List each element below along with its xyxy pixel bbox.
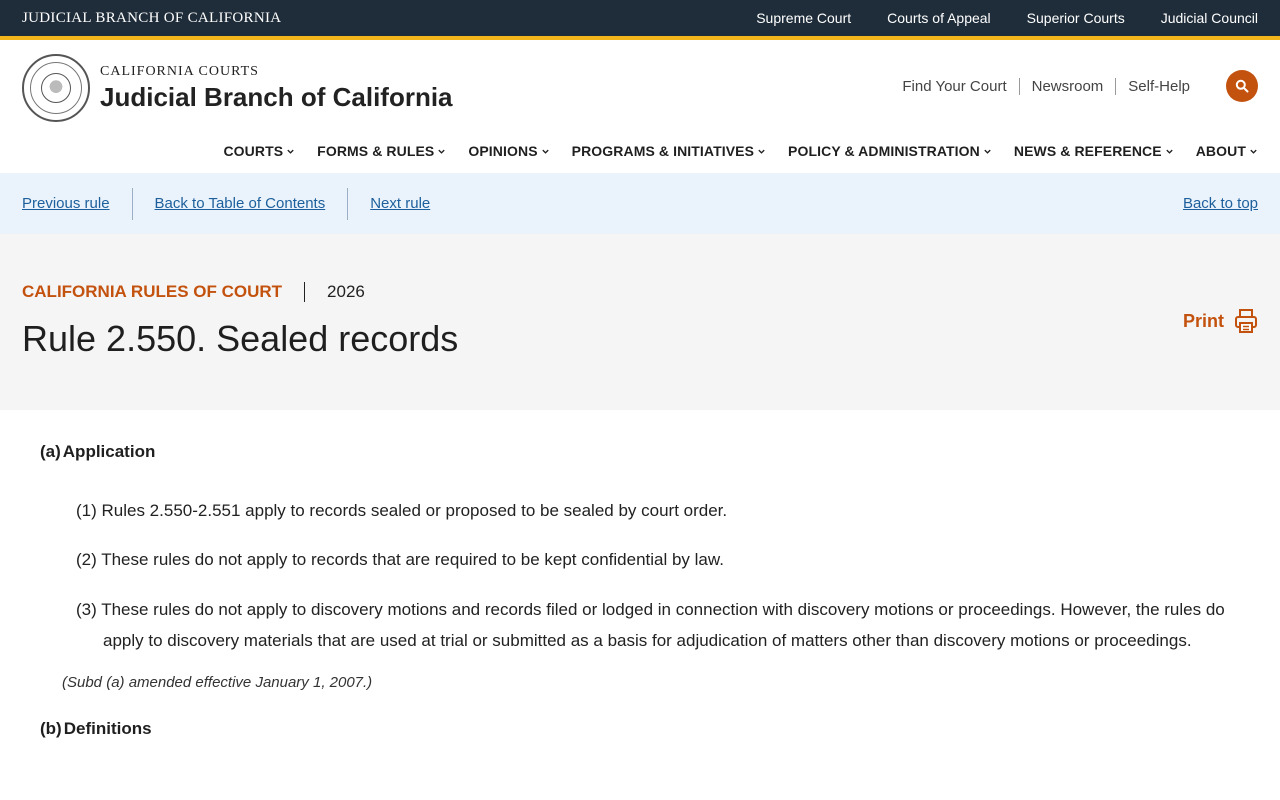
section-label: (a): [40, 442, 61, 461]
amendment-note: (Subd (a) amended effective January 1, 2…: [62, 674, 373, 691]
chevron-down-icon: [541, 149, 549, 154]
header-link-self-help[interactable]: Self-Help: [1115, 77, 1202, 95]
section-title: Definitions: [63, 719, 152, 738]
search-icon: [1235, 79, 1249, 93]
header-links: Find Your Court Newsroom Self-Help: [890, 77, 1202, 95]
back-to-top-link[interactable]: Back to top: [1183, 195, 1258, 212]
section-heading-b: (b) Definitions: [40, 719, 1250, 739]
next-rule-link[interactable]: Next rule: [370, 195, 430, 212]
rule-navigation: Previous rule Back to Table of Contents …: [0, 173, 1280, 234]
rule-paragraph: (2) These rules do not apply to records …: [76, 550, 724, 569]
nav-item-about[interactable]: ABOUT: [1196, 143, 1258, 159]
rule-paragraph: (1) Rules 2.550-2.551 apply to records s…: [76, 501, 728, 520]
search-button[interactable]: [1226, 70, 1258, 102]
header-link-find-your-court[interactable]: Find Your Court: [890, 78, 1018, 95]
nav-item-label: NEWS & REFERENCE: [1013, 143, 1162, 159]
chevron-down-icon: [1250, 149, 1257, 154]
header-link-newsroom[interactable]: Newsroom: [1018, 77, 1116, 95]
nav-item-label: PROGRAMS & INITIATIVES: [571, 143, 755, 159]
divider: [304, 282, 306, 302]
header-right: Find Your Court Newsroom Self-Help: [890, 70, 1258, 102]
nav-item-news-reference[interactable]: NEWS & REFERENCE: [1014, 143, 1174, 159]
utility-links: Supreme Court Courts of Appeal Superior …: [756, 10, 1258, 26]
section-heading-a: (a) Application: [40, 442, 1250, 462]
chevron-down-icon: [438, 149, 446, 154]
rule-body: (a) Application (1) Rules 2.550-2.551 ap…: [0, 410, 1280, 739]
rule-paragraph: (3) These rules do not apply to discover…: [76, 600, 1225, 650]
brand-home-link[interactable]: CALIFORNIA COURTS Judicial Branch of Cal…: [22, 54, 453, 122]
nav-item-label: FORMS & RULES: [317, 143, 435, 159]
nav-item-courts[interactable]: COURTS: [223, 143, 295, 159]
brand-title: Judicial Branch of California: [100, 81, 453, 112]
site-header: CALIFORNIA COURTS Judicial Branch of Cal…: [0, 40, 1280, 144]
divider: [131, 187, 133, 220]
table-of-contents-link[interactable]: Back to Table of Contents: [155, 195, 326, 212]
utility-link-superior-courts[interactable]: Superior Courts: [1027, 10, 1125, 26]
print-button[interactable]: Print: [1183, 308, 1258, 334]
brand-kicker: CALIFORNIA COURTS: [100, 63, 259, 79]
utility-bar: JUDICIAL BRANCH OF CALIFORNIA Supreme Co…: [0, 0, 1280, 40]
kicker-row: CALIFORNIA RULES OF COURT 2026: [22, 282, 1258, 302]
nav-item-label: OPINIONS: [468, 143, 538, 159]
judicial-council-seal-icon: [22, 54, 90, 122]
chevron-down-icon: [287, 149, 294, 154]
utility-link-courts-of-appeal[interactable]: Courts of Appeal: [887, 10, 991, 26]
brand-text: CALIFORNIA COURTS Judicial Branch of Cal…: [100, 64, 453, 113]
nav-item-label: ABOUT: [1195, 143, 1246, 159]
title-band: CALIFORNIA RULES OF COURT 2026 Rule 2.55…: [0, 234, 1280, 410]
rules-of-court-kicker: CALIFORNIA RULES OF COURT: [22, 282, 283, 301]
nav-item-label: COURTS: [223, 143, 284, 159]
print-label: Print: [1182, 310, 1224, 331]
nav-item-opinions[interactable]: OPINIONS: [468, 143, 549, 159]
chevron-down-icon: [1166, 149, 1173, 154]
chevron-down-icon: [984, 149, 991, 154]
nav-item-label: POLICY & ADMINISTRATION: [788, 143, 980, 159]
nav-item-programs-initiatives[interactable]: PROGRAMS & INITIATIVES: [572, 143, 766, 159]
rules-year: 2026: [327, 282, 365, 301]
utility-brand-link[interactable]: JUDICIAL BRANCH OF CALIFORNIA: [22, 10, 281, 27]
section-title: Application: [62, 442, 156, 461]
nav-item-forms-rules[interactable]: FORMS & RULES: [317, 143, 446, 159]
printer-icon: [1235, 309, 1257, 333]
nav-item-policy-administration[interactable]: POLICY & ADMINISTRATION: [788, 143, 992, 159]
page-title: Rule 2.550. Sealed records: [22, 318, 459, 359]
rule-nav-left: Previous rule Back to Table of Contents …: [22, 187, 430, 220]
section-label: (b): [40, 719, 62, 738]
previous-rule-link[interactable]: Previous rule: [22, 195, 110, 212]
divider: [347, 187, 349, 220]
utility-link-judicial-council[interactable]: Judicial Council: [1161, 10, 1258, 26]
chevron-down-icon: [758, 149, 765, 154]
utility-link-supreme-court[interactable]: Supreme Court: [756, 10, 851, 26]
